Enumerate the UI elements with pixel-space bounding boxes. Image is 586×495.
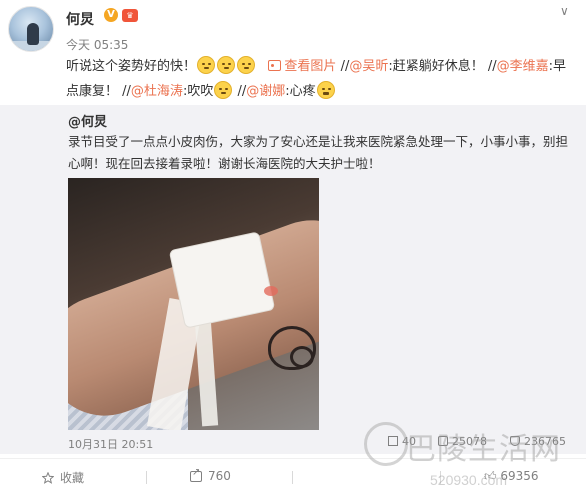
view-image-label: 查看图片 [284, 59, 337, 74]
repost-separator: // [118, 84, 131, 99]
repost-comment-stat[interactable]: 25078 [438, 435, 487, 448]
repost-date[interactable]: 10月31日 20:51 [68, 436, 153, 452]
mention-link[interactable]: @吴昕 [349, 59, 388, 74]
share-icon [190, 467, 202, 482]
forward-button[interactable]: 760 [190, 467, 231, 483]
verified-icon: V [104, 8, 118, 22]
post-time[interactable]: 今天 05:35 [66, 36, 128, 53]
member-badge-icon: ♛ [122, 9, 138, 22]
crying-emoji-icon [316, 81, 335, 99]
post-text-part: 听说这个姿势好的快！ [66, 59, 197, 74]
repost-text: 录节目受了一点点小皮肉伤，大家为了安心还是让我来医院紧急处理一下，小事小事，别担… [68, 134, 569, 171]
post-text-part: :心疼 [285, 84, 316, 99]
toolbar-divider [292, 471, 293, 484]
author-name[interactable]: 何炅 [66, 9, 94, 29]
toolbar-divider [146, 471, 147, 484]
like-count: 69356 [500, 469, 539, 483]
post-text-part: :吹吹 [182, 84, 214, 99]
favorite-button[interactable]: 收藏 [42, 469, 84, 486]
weibo-post: 何炅 V ♛ 今天 05:35 ∨ 听说这个姿势好的快！ 查看图片 //@吴昕:… [0, 0, 586, 495]
picture-icon [268, 60, 282, 71]
comment-icon [438, 436, 448, 446]
toolbar-divider [440, 471, 441, 484]
view-image-link[interactable]: 查看图片 [268, 59, 336, 74]
favorite-label: 收藏 [60, 471, 85, 485]
mention-link[interactable]: @杜海涛 [131, 84, 183, 99]
repost-forward-stat[interactable]: 40 [388, 435, 416, 448]
star-icon [42, 472, 54, 484]
avatar-figure [27, 23, 39, 45]
forward-icon [388, 436, 398, 446]
repost-photo[interactable] [68, 178, 319, 430]
photo-mark [264, 286, 278, 296]
sweat-smile-emoji-icon [237, 56, 256, 74]
mention-link[interactable]: @李维嘉 [497, 59, 549, 74]
sweat-smile-emoji-icon [217, 56, 236, 74]
repost-author[interactable]: @何炅 [68, 111, 107, 130]
chevron-down-icon[interactable]: ∨ [560, 4, 569, 18]
repost-block: @何炅 录节目受了一点点小皮肉伤，大家为了安心还是让我来医院紧急处理一下，小事小… [0, 105, 586, 454]
sweat-smile-emoji-icon [197, 56, 216, 74]
photo-drawing [290, 346, 314, 368]
repost-like-count: 236765 [524, 435, 566, 448]
thumbs-up-icon: 👍︎ [484, 469, 501, 483]
forward-count: 760 [208, 469, 231, 483]
mention-link[interactable]: @谢娜 [246, 84, 285, 99]
repost-forward-count: 40 [402, 435, 416, 448]
action-toolbar: 收藏 760 👍︎ 69356 [0, 458, 586, 495]
hug-emoji-icon [214, 81, 233, 99]
repost-comment-count: 25078 [452, 435, 487, 448]
repost-separator: // [483, 59, 497, 74]
post-text: 听说这个姿势好的快！ 查看图片 //@吴昕:赶紧躺好休息！ //@李维嘉:早点康… [66, 54, 574, 104]
avatar[interactable] [8, 6, 54, 52]
post-text-part: :赶紧躺好休息！ [388, 59, 484, 74]
repost-separator: // [233, 84, 247, 99]
thumbs-up-icon [510, 436, 520, 446]
like-button[interactable]: 👍︎ 69356 [484, 469, 539, 484]
repost-separator: // [336, 59, 350, 74]
repost-like-stat[interactable]: 236765 [510, 435, 566, 448]
